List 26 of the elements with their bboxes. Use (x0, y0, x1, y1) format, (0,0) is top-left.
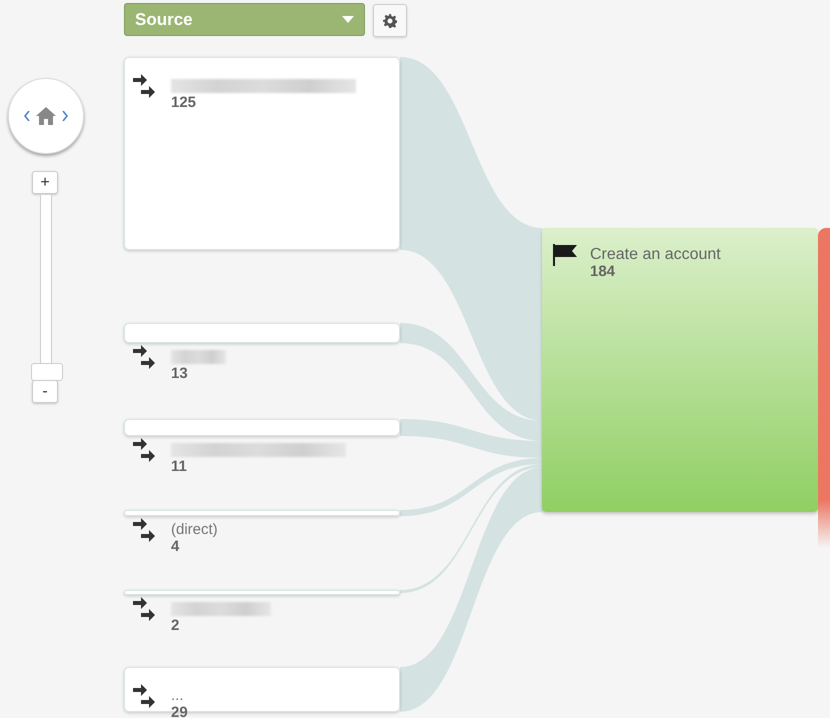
settings-icon (383, 14, 397, 28)
flag-icon (552, 242, 578, 268)
source-node[interactable] (124, 323, 400, 344)
source-node[interactable] (124, 510, 400, 516)
pan-right-button[interactable] (62, 111, 68, 121)
caret-icon (342, 16, 354, 23)
goal-label: Create an account (590, 246, 721, 263)
home-icon[interactable] (36, 107, 56, 125)
node-count: 125 (171, 94, 198, 111)
source-node[interactable] (124, 419, 400, 436)
node-label: ... (171, 687, 185, 704)
source-node[interactable] (124, 590, 400, 595)
node-count: 2 (171, 617, 180, 634)
node-count: 29 (171, 704, 188, 718)
node-count: 4 (171, 538, 180, 556)
pan-left-button[interactable] (24, 111, 30, 121)
zoom-slider-thumb[interactable] (31, 363, 63, 381)
zoom-in-button[interactable]: + (32, 171, 58, 194)
zoom-out-button[interactable]: - (32, 380, 58, 403)
settings-button[interactable] (373, 4, 407, 37)
goal-count: 184 (590, 263, 616, 280)
node-count: 13 (171, 365, 189, 382)
node-count: 11 (171, 458, 188, 475)
node-label: (direct) (171, 521, 218, 538)
source-node[interactable] (124, 57, 400, 250)
goal-node[interactable]: Create an account 184 (542, 228, 818, 512)
